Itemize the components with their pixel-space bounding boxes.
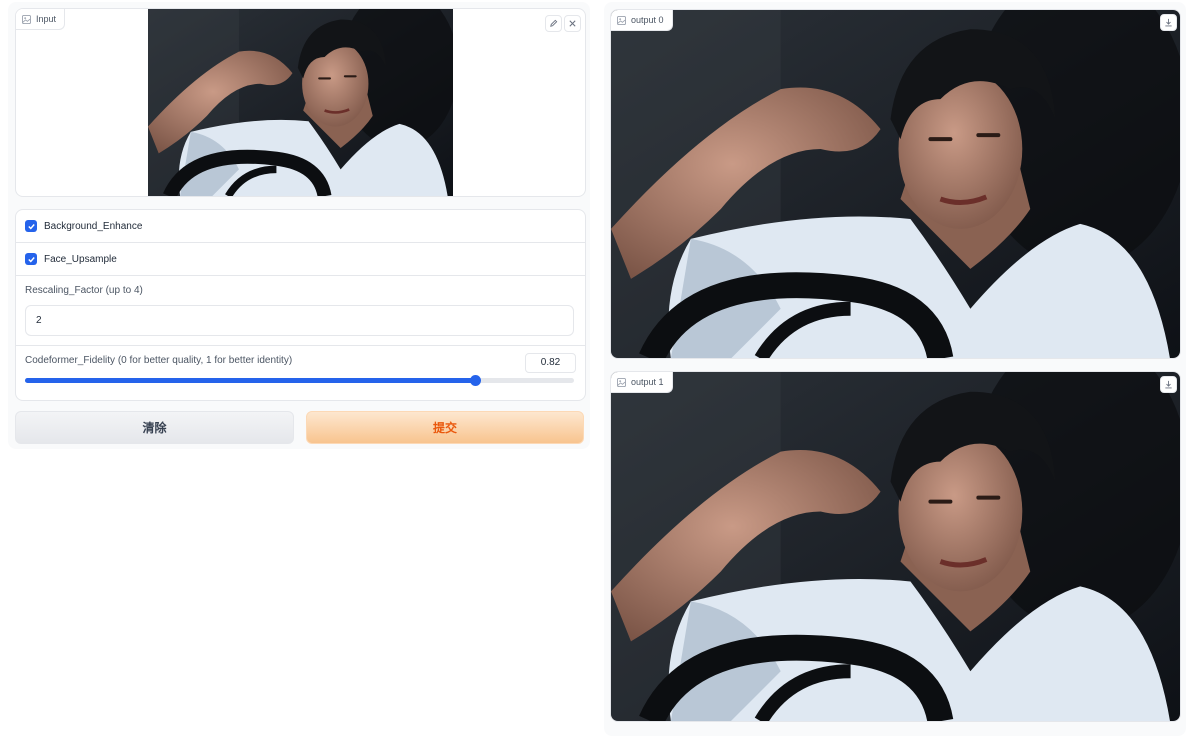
output-1-photo (611, 372, 1180, 721)
fidelity-label: Codeformer_Fidelity (0 for better qualit… (25, 355, 293, 366)
input-label-tag: Input (16, 9, 66, 30)
fidelity-slider[interactable] (25, 375, 574, 386)
output-0-label: output 0 (631, 15, 664, 25)
clear-button[interactable]: 清除 (15, 411, 294, 444)
output-0-download-button[interactable] (1160, 14, 1177, 31)
pencil-icon (550, 19, 558, 27)
check-icon (27, 223, 35, 230)
check-icon (27, 256, 35, 263)
download-icon (1165, 18, 1172, 27)
face-upsample-checkbox[interactable] (25, 253, 37, 265)
background-enhance-label: Background_Enhance (44, 220, 143, 232)
submit-button[interactable]: 提交 (306, 411, 584, 444)
download-icon (1165, 380, 1172, 389)
slider-thumb[interactable] (470, 375, 482, 386)
input-image-box[interactable]: Input (15, 8, 586, 197)
image-icon (617, 377, 626, 387)
slider-fill (25, 378, 476, 383)
output-1-box[interactable]: output 1 (610, 371, 1181, 722)
face-upsample-label: Face_Upsample (44, 253, 117, 265)
image-icon (22, 14, 31, 24)
face-upsample-row[interactable]: Face_Upsample (16, 243, 585, 276)
close-icon (569, 20, 576, 27)
output-1-label: output 1 (631, 377, 664, 387)
edit-button[interactable] (545, 15, 562, 32)
output-0-photo (611, 10, 1180, 358)
output-1-label-tag: output 1 (611, 372, 673, 393)
background-enhance-row[interactable]: Background_Enhance (16, 210, 585, 243)
output-1-download-button[interactable] (1160, 376, 1177, 393)
image-icon (617, 15, 626, 25)
rescaling-label: Rescaling_Factor (up to 4) (25, 285, 143, 296)
clear-image-button[interactable] (564, 15, 581, 32)
output-0-box[interactable]: output 0 (610, 9, 1181, 359)
output-0-label-tag: output 0 (611, 10, 673, 31)
fidelity-number-input[interactable]: 0.82 (525, 353, 576, 373)
input-label: Input (36, 14, 57, 24)
background-enhance-checkbox[interactable] (25, 220, 37, 232)
options-block: Background_Enhance Face_Upsample Rescali… (15, 209, 586, 401)
input-photo (148, 9, 453, 196)
divider (16, 345, 585, 346)
rescaling-input[interactable]: 2 (25, 305, 574, 336)
